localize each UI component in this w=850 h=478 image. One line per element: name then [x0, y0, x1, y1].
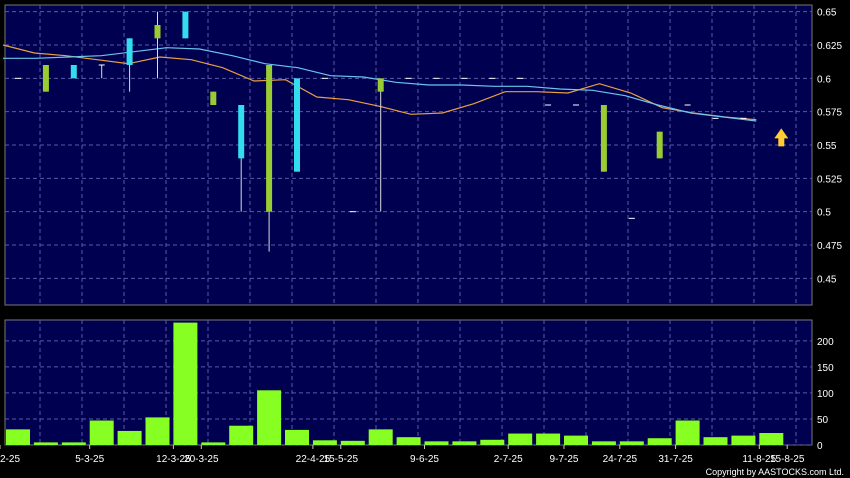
candle-body [294, 78, 300, 172]
volume-bar [173, 322, 198, 445]
volume-bar [6, 429, 30, 445]
date-tick-label: 15-8-25 [770, 454, 805, 465]
volume-bar [452, 441, 477, 445]
volume-bar [703, 437, 728, 445]
volume-bar [564, 435, 588, 445]
date-tick-label: 9-7-25 [550, 454, 579, 465]
volume-bar [229, 425, 254, 445]
candle-body [42, 65, 49, 92]
volume-bar [33, 442, 58, 445]
date-tick-label: 2-25 [0, 454, 20, 465]
volume-bar [368, 429, 393, 445]
price-tick-label: 0.575 [817, 108, 842, 119]
date-tick-label: 5-3-25 [75, 454, 104, 465]
volume-bar [285, 429, 309, 445]
copyright-notice: Copyright by AASTOCKS.com Ltd. [705, 467, 844, 477]
volume-bar [89, 420, 114, 445]
candle-body [126, 38, 133, 65]
volume-bar [647, 438, 672, 445]
volume-bar [536, 433, 561, 445]
price-tick-label: 0.5 [817, 208, 831, 219]
volume-bar [759, 433, 784, 445]
volume-bar [61, 442, 86, 445]
candle-body [656, 131, 663, 159]
volume-bar [257, 390, 282, 445]
date-tick-label: 15-5-25 [324, 454, 359, 465]
date-tick-label: 24-7-25 [603, 454, 638, 465]
volume-tick-label: 100 [817, 389, 834, 400]
volume-bar [619, 441, 644, 445]
price-panel: 0.45 0.475 0.5 0.525 0.55 0.575 0.6 0.625 0.65 [2, 4, 842, 306]
candle-body [377, 78, 384, 92]
candle-body [238, 105, 245, 159]
volume-tick-label: 50 [817, 415, 829, 426]
volume-tick-label: 150 [817, 363, 834, 374]
price-tick-label: 0.65 [817, 8, 837, 19]
date-tick-label: 31-7-25 [658, 454, 693, 465]
volume-bar [312, 440, 337, 445]
date-tick-label: 20-3-25 [184, 454, 219, 465]
price-tick-label: 0.6 [817, 74, 831, 85]
price-tick-label: 0.525 [817, 174, 842, 185]
volume-bar [201, 442, 226, 445]
stock-chart: 0.45 0.475 0.5 0.525 0.55 0.575 0.6 0.625 0.65 0… [0, 0, 850, 478]
candle-body [600, 105, 607, 172]
price-tick-label: 0.45 [817, 274, 837, 285]
price-tick-label: 0.475 [817, 241, 842, 252]
volume-bar [480, 439, 505, 445]
candle-body [70, 65, 77, 79]
price-tick-label: 0.55 [817, 141, 837, 152]
volume-panel: 050100150200 2-25 5-3-25 12-3-2520-3-25 22-… [0, 319, 834, 465]
volume-bar [396, 437, 421, 445]
volume-tick-label: 200 [817, 337, 834, 348]
volume-bar [117, 430, 142, 445]
volume-bar [731, 435, 756, 445]
date-tick-label: 2-7-25 [494, 454, 523, 465]
price-plot-area [4, 4, 813, 306]
volume-bar [145, 417, 170, 445]
volume-bar [424, 441, 449, 445]
volume-bar [675, 420, 700, 445]
volume-bar [340, 440, 365, 445]
volume-bar [591, 441, 616, 445]
price-tick-label: 0.625 [817, 41, 842, 52]
date-tick-label: 9-6-25 [410, 454, 439, 465]
volume-bar [508, 433, 533, 445]
volume-tick-label: 0 [817, 441, 823, 452]
candle-body [154, 25, 161, 39]
candle-body [210, 91, 217, 105]
candle-body [182, 11, 189, 39]
candle-body [266, 65, 273, 212]
